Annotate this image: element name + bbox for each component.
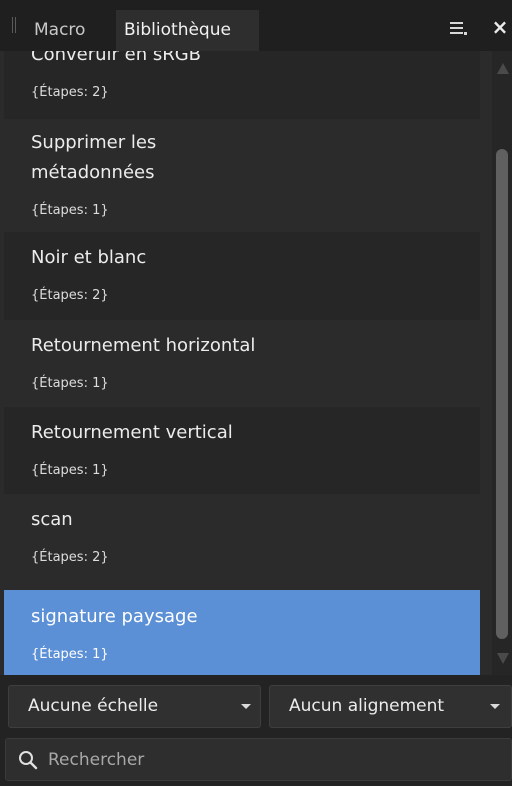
macro-steps: {Étapes: 2} <box>31 85 109 100</box>
list-scrollbar[interactable] <box>492 51 512 675</box>
chevron-down-icon <box>241 704 251 709</box>
list-item[interactable]: Noir et blanc {Étapes: 2} <box>4 232 480 320</box>
macro-library-list: Converuir en sRGB {Étapes: 2} Supprimer … <box>4 51 480 675</box>
chevron-down-icon <box>490 704 500 709</box>
macro-name: Supprimer les <box>31 132 157 153</box>
list-item[interactable]: Supprimer les métadonnées {Étapes: 1} <box>4 119 480 232</box>
alignment-dropdown-value: Aucun alignement <box>289 696 445 716</box>
macro-steps: {Étapes: 1} <box>31 376 109 391</box>
macro-steps: {Étapes: 2} <box>31 288 109 303</box>
library-controls: Aucune échelle Aucun alignement <box>0 675 512 786</box>
macro-name: scan <box>31 509 73 530</box>
search-box[interactable] <box>5 738 512 781</box>
macro-name: Converuir en sRGB <box>31 51 202 65</box>
search-input[interactable] <box>48 745 488 775</box>
panel-tab-bar: Macro Bibliothèque × <box>0 0 512 51</box>
macro-name: Retournement horizontal <box>31 335 256 356</box>
macro-steps: {Étapes: 2} <box>31 550 109 565</box>
macro-name-line2: métadonnées <box>31 162 155 183</box>
macro-name: Retournement vertical <box>31 422 233 443</box>
macro-name: signature paysage <box>31 606 198 627</box>
tab-macro[interactable]: Macro <box>26 10 93 51</box>
search-icon <box>19 751 38 770</box>
list-item[interactable]: Retournement vertical {Étapes: 1} <box>4 407 480 494</box>
alignment-dropdown[interactable]: Aucun alignement <box>269 685 512 728</box>
list-item-selected[interactable]: signature paysage {Étapes: 1} <box>4 590 480 675</box>
macro-name: Noir et blanc <box>31 247 147 268</box>
scroll-up-arrow-icon[interactable] <box>497 63 509 74</box>
drag-grip-icon[interactable] <box>12 17 16 33</box>
scale-dropdown[interactable]: Aucune échelle <box>8 685 261 728</box>
list-item[interactable]: Converuir en sRGB {Étapes: 2} <box>4 51 480 119</box>
scale-dropdown-value: Aucune échelle <box>28 696 159 716</box>
list-item[interactable]: scan {Étapes: 2} <box>4 494 480 581</box>
scrollbar-thumb[interactable] <box>496 149 508 639</box>
list-item[interactable]: Retournement horizontal {Étapes: 1} <box>4 320 480 407</box>
macro-steps: {Étapes: 1} <box>31 203 109 218</box>
macro-steps: {Étapes: 1} <box>31 647 109 662</box>
scroll-down-arrow-icon[interactable] <box>497 653 509 664</box>
tab-library[interactable]: Bibliothèque <box>116 10 259 51</box>
close-icon[interactable]: × <box>491 13 509 41</box>
macro-steps: {Étapes: 1} <box>31 463 109 478</box>
panel-menu-icon[interactable] <box>450 22 467 36</box>
